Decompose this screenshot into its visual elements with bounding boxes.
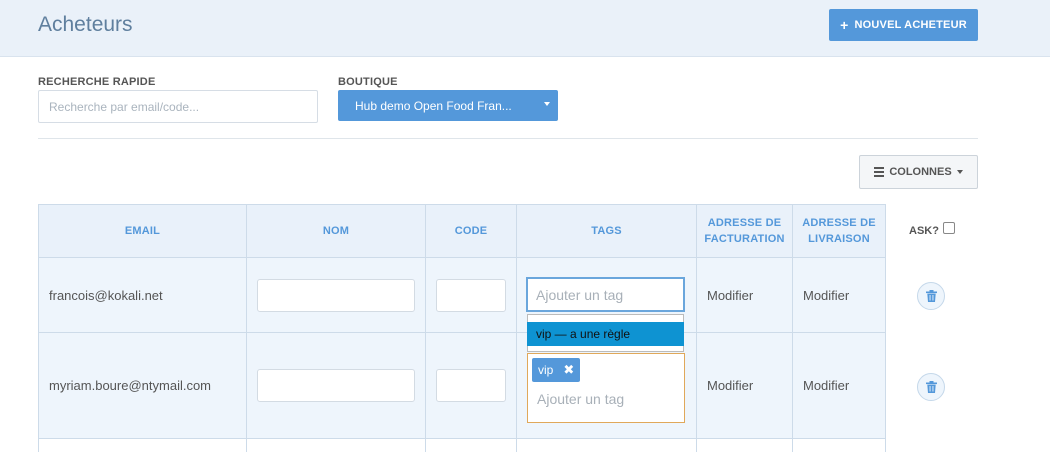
divider xyxy=(38,138,978,139)
tag-suggestion-item[interactable]: vip — a une règle xyxy=(527,322,684,346)
search-label: RECHERCHE RAPIDE xyxy=(38,76,156,88)
table-header-row: EMAIL NOM CODE TAGS ADRESSE DE FACTURATI… xyxy=(38,204,886,258)
shop-select-value: Hub demo Open Food Fran... xyxy=(355,98,512,113)
trash-icon xyxy=(925,381,937,393)
tag-input-placeholder: Ajouter un tag xyxy=(536,287,624,303)
billing-edit-link[interactable]: Modifier xyxy=(696,332,793,439)
empty-cell xyxy=(696,438,793,452)
name-input[interactable] xyxy=(257,369,415,402)
tag-input-row-2[interactable]: vip ✖ Ajouter un tag xyxy=(527,353,685,423)
empty-cell xyxy=(246,438,426,452)
ask-label: ASK? xyxy=(909,225,939,237)
tag-chip-label: vip xyxy=(538,363,554,377)
plus-icon: + xyxy=(840,17,849,33)
ask-checkbox[interactable] xyxy=(942,222,955,234)
caret-down-icon xyxy=(956,170,963,174)
remove-tag-icon[interactable]: ✖ xyxy=(563,362,574,378)
trash-icon xyxy=(925,290,937,302)
code-input[interactable] xyxy=(436,278,506,312)
shop-select[interactable]: Hub demo Open Food Fran... xyxy=(338,90,558,121)
list-icon xyxy=(874,165,885,179)
table-row: myriam.boure@ntymail.com Modifier Modifi… xyxy=(38,332,886,439)
tag-chip-vip: vip ✖ xyxy=(532,358,581,382)
shipping-edit-link[interactable]: Modifier xyxy=(792,257,886,333)
name-input[interactable] xyxy=(257,278,415,312)
col-header-code[interactable]: CODE xyxy=(425,204,517,258)
col-header-name[interactable]: NOM xyxy=(246,204,426,258)
billing-edit-link[interactable]: Modifier xyxy=(696,257,793,333)
delete-button[interactable] xyxy=(917,373,945,401)
page-title: Acheteurs xyxy=(38,13,133,36)
col-header-shipping: ADRESSE DE LIVRAISON xyxy=(792,204,886,258)
col-header-billing: ADRESSE DE FACTURATION xyxy=(696,204,793,258)
empty-cell xyxy=(425,438,517,452)
table-row: francois@kokali.net Modifier Modifier xyxy=(38,257,886,333)
tag-input-placeholder: Ajouter un tag xyxy=(537,391,625,407)
col-header-tags: TAGS xyxy=(516,204,697,258)
caret-down-icon xyxy=(544,102,550,106)
empty-cell xyxy=(516,438,697,452)
page-header: Acheteurs + NOUVEL ACHETEUR xyxy=(0,0,1050,57)
columns-label: COLONNES xyxy=(889,166,952,178)
code-cell xyxy=(425,257,517,333)
code-cell xyxy=(425,332,517,439)
search-input[interactable] xyxy=(38,90,318,123)
email-cell: francois@kokali.net xyxy=(38,257,247,333)
name-cell xyxy=(246,332,426,439)
empty-cell xyxy=(38,438,247,452)
delete-button[interactable] xyxy=(917,282,945,310)
new-buyer-label: NOUVEL ACHETEUR xyxy=(854,19,967,31)
columns-button[interactable]: COLONNES xyxy=(859,155,978,189)
shipping-edit-link[interactable]: Modifier xyxy=(792,332,886,439)
name-cell xyxy=(246,257,426,333)
tag-input-row-1[interactable]: Ajouter un tag xyxy=(526,277,685,312)
new-buyer-button[interactable]: + NOUVEL ACHETEUR xyxy=(829,9,978,41)
ask-header: ASK? xyxy=(909,222,955,237)
customers-table: EMAIL NOM CODE TAGS ADRESSE DE FACTURATI… xyxy=(38,204,886,452)
table-row xyxy=(38,438,886,452)
shop-label: BOUTIQUE xyxy=(338,76,398,88)
empty-cell xyxy=(792,438,886,452)
col-header-email[interactable]: EMAIL xyxy=(38,204,247,258)
email-cell: myriam.boure@ntymail.com xyxy=(38,332,247,439)
code-input[interactable] xyxy=(436,369,506,402)
